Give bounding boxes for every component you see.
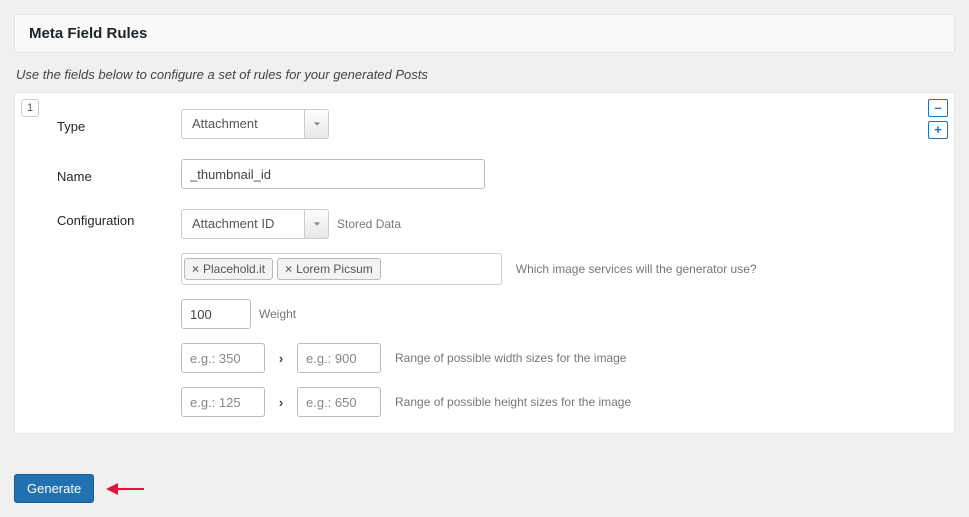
config-mode-select[interactable]: Attachment ID	[181, 209, 329, 239]
type-select[interactable]: Attachment	[181, 109, 329, 139]
rule-form: Type Attachment Name Configuration Attac…	[43, 95, 924, 431]
add-rule-button[interactable]: +	[928, 121, 948, 139]
remove-tag-icon[interactable]: ×	[192, 262, 199, 276]
page-title: Meta Field Rules	[29, 25, 940, 42]
generate-button[interactable]: Generate	[14, 474, 94, 503]
image-services-hint: Which image services will the generator …	[516, 262, 757, 276]
panel-header: Meta Field Rules	[14, 14, 955, 53]
width-max-input[interactable]	[297, 343, 381, 373]
width-min-input[interactable]	[181, 343, 265, 373]
width-hint: Range of possible width sizes for the im…	[395, 351, 626, 365]
rule-index-column: 1	[17, 95, 43, 431]
height-max-input[interactable]	[297, 387, 381, 417]
chevron-down-icon	[304, 110, 328, 138]
annotation-arrow-icon	[106, 479, 146, 499]
name-label: Name	[57, 165, 181, 184]
footer: Generate	[14, 474, 955, 503]
range-arrow-icon: ›	[265, 387, 297, 417]
image-services-input[interactable]: × Placehold.it × Lorem Picsum	[181, 253, 502, 285]
remove-tag-icon[interactable]: ×	[285, 262, 292, 276]
weight-hint: Weight	[259, 307, 296, 321]
height-hint: Range of possible height sizes for the i…	[395, 395, 631, 409]
type-select-value: Attachment	[182, 110, 304, 138]
config-mode-hint: Stored Data	[337, 217, 401, 231]
range-arrow-icon: ›	[265, 343, 297, 373]
remove-rule-button[interactable]: –	[928, 99, 948, 117]
tag-lorem-picsum: × Lorem Picsum	[277, 258, 381, 280]
panel-description: Use the fields below to configure a set …	[14, 53, 955, 92]
rule-index-badge: 1	[21, 99, 39, 117]
rule-actions: – +	[924, 95, 952, 431]
tag-placeholdit: × Placehold.it	[184, 258, 273, 280]
height-min-input[interactable]	[181, 387, 265, 417]
name-input[interactable]	[181, 159, 485, 189]
config-label: Configuration	[57, 209, 181, 228]
chevron-down-icon	[304, 210, 328, 238]
rules-container: 1 Type Attachment Name Configuration	[14, 92, 955, 434]
config-mode-value: Attachment ID	[182, 210, 304, 238]
weight-input[interactable]	[181, 299, 251, 329]
type-label: Type	[57, 115, 181, 134]
